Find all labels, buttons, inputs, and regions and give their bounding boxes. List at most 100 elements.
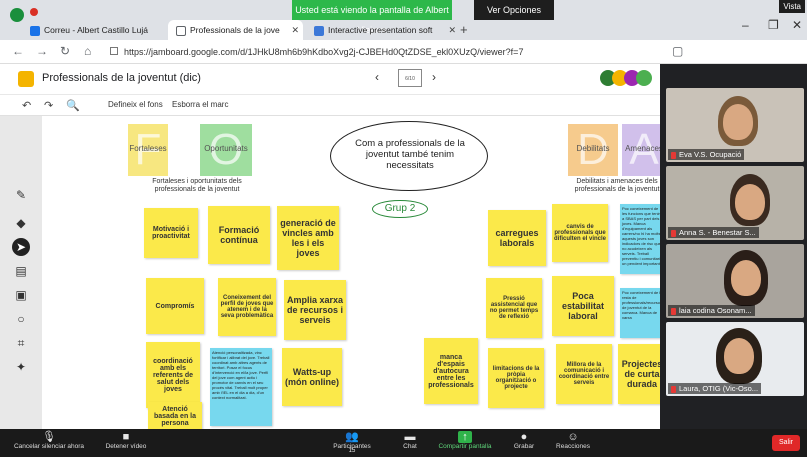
minimize-icon[interactable]: – [742, 18, 749, 32]
participants-icon: 👥15 [345, 431, 359, 454]
frame-selector[interactable]: 6/10 [398, 69, 422, 87]
back-icon[interactable]: ← [12, 44, 24, 58]
previous-frame-icon[interactable]: ‹ [375, 70, 379, 84]
view-options-button[interactable]: Ver Opciones [474, 0, 554, 20]
muted-mic-icon [671, 151, 676, 159]
url-field[interactable]: https://jamboard.google.com/d/1JHkU8mh6b… [110, 43, 690, 61]
undo-icon[interactable]: ↶ [22, 99, 31, 112]
participant-face [723, 104, 753, 140]
sticky-note-icon[interactable]: ▤ [12, 262, 30, 280]
close-icon[interactable]: ✕ [291, 20, 299, 40]
shape-icon[interactable]: ○ [12, 310, 30, 328]
sticky-note[interactable]: Atenció basada en la persona [148, 402, 202, 429]
forward-icon[interactable]: → [36, 44, 48, 58]
laser-icon[interactable]: ✦ [12, 358, 30, 376]
url-text: https://jamboard.google.com/d/1JHkU8mh6b… [124, 47, 524, 57]
frame-counter: 6/10 [405, 76, 415, 82]
drawing-tools: ✎ ◆ ➤ ▤ ▣ ○ ⌗ ✦ [8, 186, 36, 386]
close-window-icon[interactable]: ✕ [792, 18, 802, 32]
sticky-note[interactable]: Millora de la comunicació i coordinació … [556, 344, 612, 404]
fortaleses-label: Fortaleses [129, 144, 167, 153]
sticky-note[interactable]: Amplia xarxa de recursos i serveis [284, 280, 346, 340]
image-icon[interactable]: ▣ [12, 286, 30, 304]
board-frame: F Fortaleses O Oportunitats D Debilitats… [42, 116, 660, 429]
central-ellipse: Com a professionals de la joventut també… [330, 121, 488, 191]
sticky-note[interactable]: Projectes de curta durada [618, 344, 660, 404]
sticky-note[interactable]: limitacions de la pròpia organització o … [488, 348, 544, 408]
tab-label: Professionals de la jove [190, 25, 280, 35]
sticky-note[interactable]: Poca estabilitat laboral [552, 276, 614, 336]
participants-button[interactable]: 👥15 Participantes [322, 431, 382, 454]
redo-icon[interactable]: ↷ [44, 99, 53, 112]
participant-name-text: laia codina Osonam... [679, 306, 752, 315]
view-button[interactable]: Vista [779, 0, 805, 13]
zoom-control-bar: 🎙 Cancelar silenciar ahora ■ Detener vídeo… [0, 429, 807, 457]
sticky-note[interactable]: coordinació amb els referents de salut d… [146, 342, 200, 408]
new-tab-icon[interactable]: + [460, 20, 468, 40]
sticky-note[interactable]: Pressió assistencial que no permet temps… [486, 278, 542, 338]
participant-tile[interactable]: Anna S. - Benestar S... [666, 166, 804, 240]
collaborator-avatars [600, 70, 660, 88]
page-title[interactable]: Professionals de la joventut (dic) [42, 72, 201, 84]
right-subtitle: Debilitats i amenaces dels professionals… [574, 178, 660, 193]
participant-tile[interactable]: Laura, OTIG (Vic-Oso... [666, 322, 804, 396]
sticky-note[interactable]: Watts-up (món online) [282, 348, 342, 406]
sticky-note[interactable]: Poc coneixement de la resta de professio… [620, 288, 660, 338]
chat-label: Chat [403, 443, 417, 450]
sticky-note[interactable]: Compromís [146, 278, 204, 334]
sticky-note[interactable]: Motivació i proactivitat [144, 208, 198, 258]
participant-tile[interactable]: Eva V.S. Ocupació [666, 88, 804, 162]
sticky-note[interactable]: generació de vincles amb les i els joves [277, 206, 339, 270]
jamboard-canvas: ✎ ◆ ➤ ▤ ▣ ○ ⌗ ✦ F Fortaleses O Oportunit… [0, 116, 660, 429]
next-frame-icon[interactable]: › [432, 70, 436, 84]
zoom-icon[interactable]: 🔍 [66, 99, 80, 112]
participant-face [735, 184, 765, 220]
muted-mic-icon [671, 385, 676, 393]
text-box-icon[interactable]: ⌗ [12, 334, 30, 352]
eraser-icon[interactable]: ◆ [12, 214, 30, 232]
record-label: Grabar [513, 443, 535, 450]
stop-video-label: Detener vídeo [105, 443, 147, 450]
record-button[interactable]: ● Grabar [504, 431, 544, 450]
restore-icon[interactable]: ❐ [768, 18, 779, 32]
record-icon: ● [520, 431, 528, 443]
home-icon[interactable]: ⌂ [84, 44, 91, 58]
pen-icon[interactable]: ✎ [12, 186, 30, 204]
tab-jamboard[interactable]: Professionals de la jove ✕ [168, 20, 303, 40]
sticky-note[interactable]: manca d'espais d'autocura entre les prof… [424, 338, 478, 404]
participant-name-text: Eva V.S. Ocupació [679, 150, 742, 159]
participant-tile[interactable]: laia codina Osonam... [666, 244, 804, 318]
share-screen-button[interactable]: ↑ Compartir pantalla [434, 431, 496, 450]
select-icon[interactable]: ➤ [12, 238, 30, 256]
sticky-note[interactable]: canvis de professionals que dificulten e… [552, 204, 608, 262]
oportunitats-label: Oportunitats [204, 144, 248, 153]
unmute-button[interactable]: 🎙 Cancelar silenciar ahora [4, 431, 94, 450]
debilitats-box: D Debilitats [568, 124, 618, 176]
sticky-note[interactable]: Formació contínua [208, 206, 270, 264]
leave-button[interactable]: Salir [772, 435, 800, 451]
clear-frame-button[interactable]: Esborra el marc [172, 100, 228, 109]
tab-mail[interactable]: Correu - Albert Castillo Lujá [30, 20, 160, 40]
jamboard-logo [18, 71, 34, 87]
outlook-icon [30, 26, 40, 37]
sticky-note[interactable]: Coneixement del perfil de joves que aten… [218, 278, 276, 336]
close-icon[interactable]: ✕ [448, 20, 456, 40]
camera-icon: ■ [122, 431, 130, 443]
chat-icon: ▬ [404, 431, 416, 443]
jamboard-header: Professionals de la joventut (dic) ‹ 6/1… [0, 64, 660, 94]
tab-interactive[interactable]: Interactive presentation soft ✕ [310, 20, 460, 40]
amenaces-box: A Amenaces [622, 124, 660, 176]
muted-mic-icon [671, 307, 676, 315]
chat-button[interactable]: ▬ Chat [390, 431, 430, 450]
reload-icon[interactable]: ↻ [60, 44, 70, 58]
stop-video-button[interactable]: ■ Detener vídeo [96, 431, 156, 450]
participants-label: Participantes [333, 443, 371, 450]
address-bar: ← → ↻ ⌂ https://jamboard.google.com/d/1J… [0, 40, 807, 64]
reactions-icon: ☺ [567, 431, 579, 443]
reactions-button[interactable]: ☺ Reacciones [548, 431, 598, 450]
set-background-button[interactable]: Defineix el fons [108, 100, 163, 109]
sticky-note[interactable]: Poc coneixement de les funcions que teni… [620, 204, 660, 274]
sticky-note[interactable]: Atenció personalitzada, vinc fortificar … [210, 348, 272, 426]
sticky-note[interactable]: carregues laborals [488, 210, 546, 266]
bookmark-icon[interactable]: ▢ [672, 44, 683, 58]
